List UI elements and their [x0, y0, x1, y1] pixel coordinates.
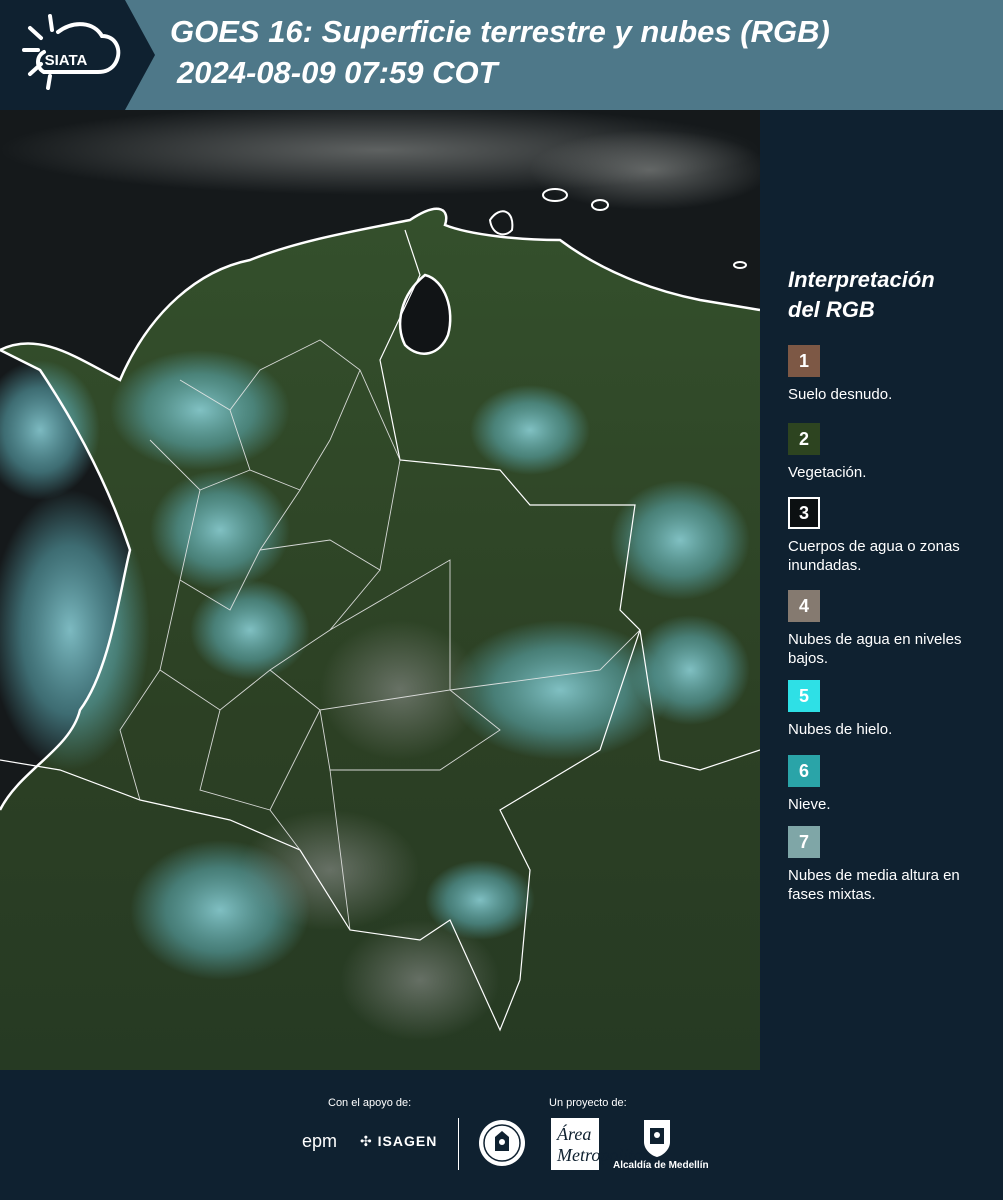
cloud — [320, 620, 480, 760]
legend-label: Nieve. — [788, 796, 831, 813]
medellin-seal-icon[interactable] — [477, 1117, 527, 1169]
cloud — [240, 810, 420, 930]
cloud — [610, 480, 750, 600]
page-timestamp: 2024-08-09 07:59 COT — [177, 55, 498, 90]
medellin-shield-icon[interactable] — [642, 1118, 672, 1158]
legend-label: Nubes de media altura en fases mixtas. — [788, 867, 960, 903]
cloud — [340, 920, 500, 1040]
area-metropolitana-logo[interactable]: Área Metropolitana — [551, 1118, 660, 1170]
legend-swatch: 4 — [788, 590, 820, 622]
legend-label: Nubes de agua en niveles bajos. — [788, 631, 962, 667]
legend-title-line: del RGB — [788, 297, 875, 322]
isagen-logo-text: ISAGEN — [377, 1133, 438, 1149]
epm-logo[interactable]: epm — [302, 1131, 337, 1152]
cloud — [150, 470, 290, 590]
legend-title: Interpretación del RGB — [788, 265, 988, 325]
isagen-mark-icon: ✣ — [360, 1133, 373, 1149]
legend-item: 7 Nubes de media altura en fases mixtas. — [788, 826, 988, 904]
logo-text: SIATA — [45, 52, 88, 69]
legend-swatch: 5 — [788, 680, 820, 712]
alcaldia-label: Alcaldía de Medellín — [613, 1160, 709, 1171]
header: SIATA GOES 16: Superficie terrestre y nu… — [0, 0, 1003, 110]
legend-item: 4 Nubes de agua en niveles bajos. — [788, 590, 988, 668]
legend-item: 6 Nieve. — [788, 755, 988, 814]
logo-chevron — [125, 0, 155, 110]
legend-swatch: 6 — [788, 755, 820, 787]
support-label: Con el apoyo de: — [328, 1097, 412, 1109]
project-label: Un proyecto de: — [549, 1097, 627, 1109]
satellite-map[interactable] — [0, 110, 760, 1070]
isagen-logo[interactable]: ✣ ISAGEN — [360, 1133, 437, 1150]
legend-swatch: 1 — [788, 345, 820, 377]
page-title: GOES 16: Superficie terrestre y nubes (R… — [170, 14, 830, 49]
legend-title-line: Interpretación — [788, 267, 935, 292]
satellite-image — [0, 110, 760, 1070]
legend-item: 2 Vegetación. — [788, 423, 988, 482]
legend-item: 1 Suelo desnudo. — [788, 345, 988, 404]
legend-swatch: 7 — [788, 826, 820, 858]
legend-label: Nubes de hielo. — [788, 721, 893, 738]
legend-label: Cuerpos de agua o zonas inundadas. — [788, 538, 960, 574]
cloud — [630, 615, 750, 725]
legend-label: Vegetación. — [788, 464, 867, 481]
legend-swatch: 2 — [788, 423, 820, 455]
cloud — [190, 580, 310, 680]
cloud — [470, 385, 590, 475]
legend-item: 3 Cuerpos de agua o zonas inundadas. — [788, 497, 988, 575]
legend-swatch: 3 — [788, 497, 820, 529]
footer-divider — [458, 1118, 459, 1170]
siata-logo-icon[interactable]: SIATA — [14, 12, 124, 98]
legend-label: Suelo desnudo. — [788, 386, 893, 403]
legend-item: 5 Nubes de hielo. — [788, 680, 988, 739]
